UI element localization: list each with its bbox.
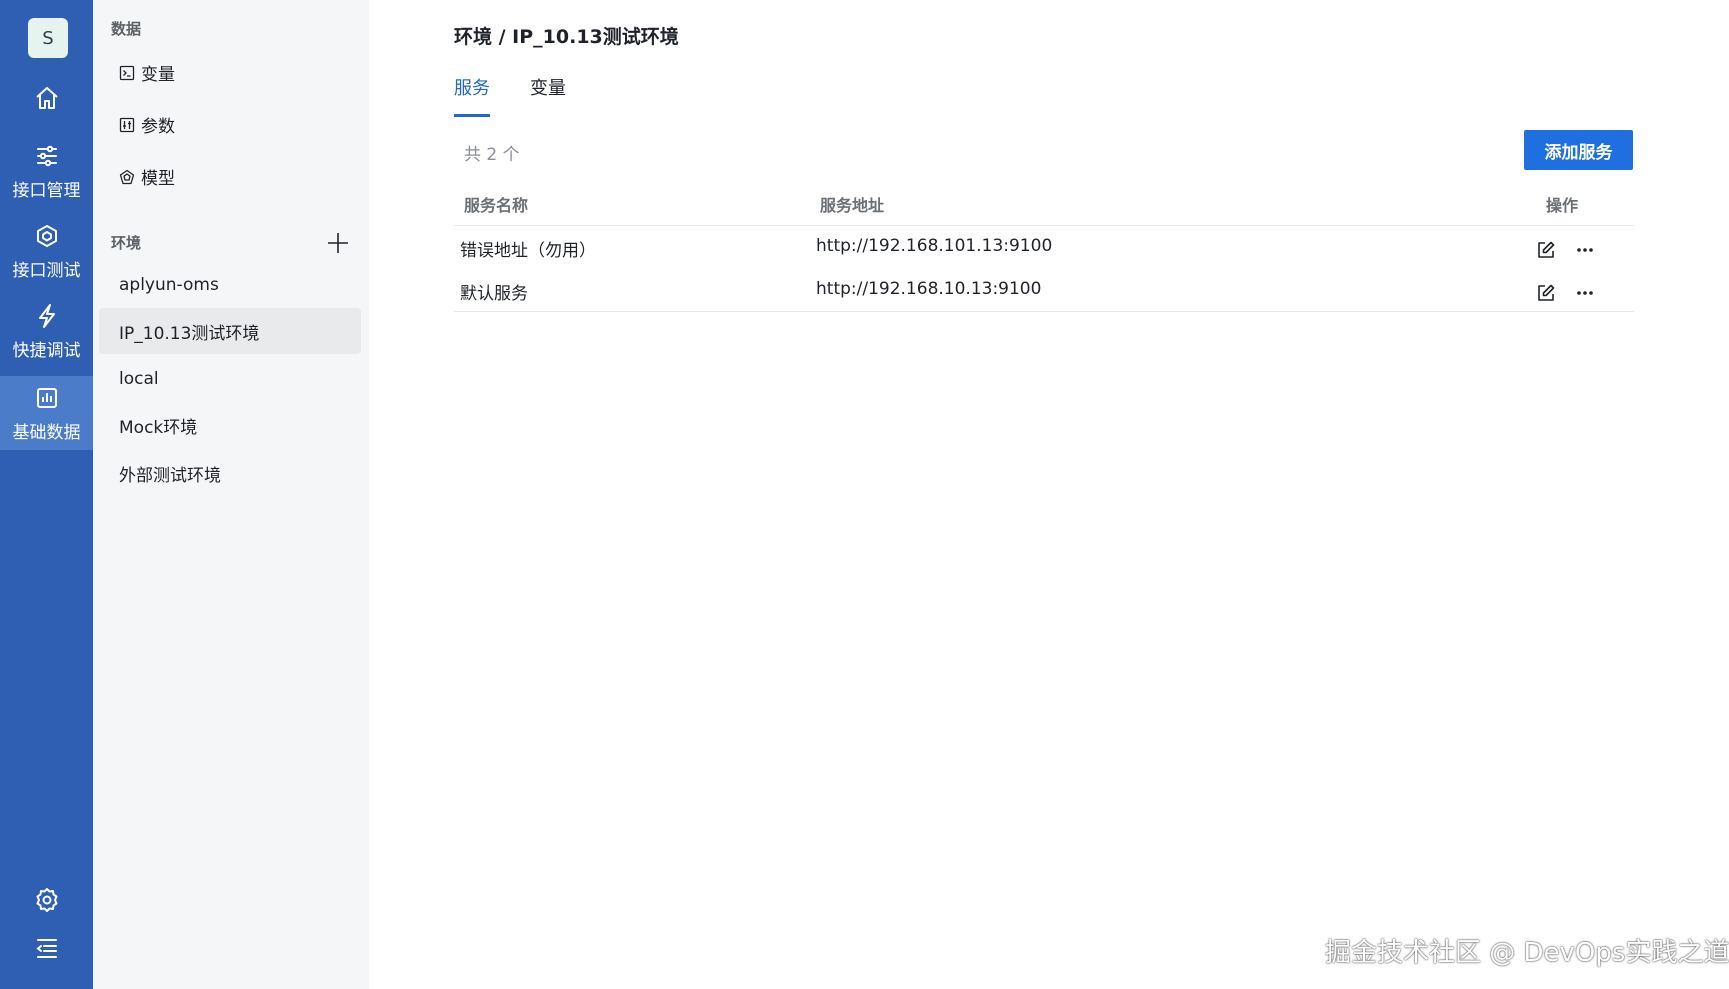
- rail-item-collapse[interactable]: [0, 934, 93, 962]
- rail-item-label: 接口测试: [12, 261, 81, 281]
- rail-item-settings[interactable]: [0, 886, 93, 914]
- terminal-icon: [119, 65, 135, 80]
- edit-icon[interactable]: [1536, 240, 1556, 260]
- tab-variables[interactable]: 变量: [530, 74, 566, 117]
- env-item[interactable]: Mock环境: [99, 402, 361, 448]
- edit-icon[interactable]: [1536, 283, 1556, 303]
- sliders-icon: [36, 145, 57, 167]
- env-item-label: Mock环境: [119, 417, 198, 438]
- menu-item-variables[interactable]: 变量: [119, 60, 175, 85]
- rail-item-basic-data[interactable]: 基础数据: [0, 376, 93, 450]
- tab-services[interactable]: 服务: [454, 74, 490, 117]
- service-name: 错误地址（勿用）: [460, 241, 596, 261]
- model-icon: [119, 169, 135, 184]
- params-icon: [119, 117, 135, 132]
- services-table: 服务名称 服务地址 操作 错误地址（勿用） http://192.168.101…: [454, 180, 1634, 312]
- data-section-title: 数据: [111, 20, 142, 38]
- column-header-actions: 操作: [1546, 196, 1579, 215]
- env-item-selected[interactable]: IP_10.13测试环境: [99, 308, 361, 354]
- main-content: 环境 / IP_10.13测试环境 服务 变量 共 2 个 添加服务 服务名称 …: [369, 0, 1729, 989]
- service-name: 默认服务: [460, 284, 528, 304]
- hexagon-icon: [36, 225, 57, 247]
- env-item[interactable]: aplyun-oms: [99, 262, 361, 308]
- breadcrumb: 环境 / IP_10.13测试环境: [454, 26, 679, 48]
- user-avatar[interactable]: S: [28, 18, 68, 58]
- secondary-panel: 数据 变量 参数 模型 环境 aplyun-oms IP_10.13测试环境 l…: [93, 0, 369, 989]
- main-nav-rail: S 接口管理 接口测试 快捷调试 基础数据: [0, 0, 93, 989]
- menu-item-models[interactable]: 模型: [119, 164, 175, 189]
- rail-item-label: 基础数据: [12, 423, 81, 443]
- menu-item-label: 变量: [141, 65, 175, 85]
- env-item[interactable]: local: [99, 356, 361, 402]
- env-section-title: 环境: [111, 234, 142, 252]
- env-item-label: aplyun-oms: [119, 275, 219, 295]
- menu-item-label: 模型: [141, 169, 175, 189]
- add-service-button[interactable]: 添加服务: [1524, 130, 1633, 170]
- data-chart-icon: [36, 388, 57, 408]
- column-header-name: 服务名称: [464, 196, 529, 215]
- tab-bar: 服务 变量: [454, 74, 606, 117]
- home-icon: [35, 87, 58, 109]
- rail-item-label: 接口管理: [12, 181, 81, 201]
- rail-item-api-management[interactable]: 接口管理: [0, 142, 93, 201]
- service-address: http://192.168.10.13:9100: [816, 279, 1042, 299]
- gear-icon: [36, 888, 57, 912]
- total-count: 共 2 个: [464, 145, 520, 165]
- env-item-label: IP_10.13测试环境: [119, 323, 260, 344]
- env-item-label: local: [119, 369, 159, 389]
- service-address: http://192.168.101.13:9100: [816, 236, 1053, 256]
- table-row[interactable]: 错误地址（勿用） http://192.168.101.13:9100: [454, 226, 1634, 269]
- column-header-address: 服务地址: [820, 196, 885, 215]
- more-options-icon[interactable]: [1574, 283, 1596, 303]
- env-item[interactable]: 外部测试环境: [99, 450, 361, 496]
- collapse-menu-icon: [35, 939, 57, 958]
- rail-item-home[interactable]: [0, 84, 93, 112]
- table-header: 服务名称 服务地址 操作: [454, 180, 1634, 226]
- env-item-label: 外部测试环境: [119, 465, 221, 486]
- menu-item-params[interactable]: 参数: [119, 112, 175, 137]
- rail-item-api-test[interactable]: 接口测试: [0, 222, 93, 281]
- menu-item-label: 参数: [141, 117, 175, 137]
- add-environment-icon[interactable]: [325, 230, 351, 256]
- table-row[interactable]: 默认服务 http://192.168.10.13:9100: [454, 269, 1634, 312]
- rail-item-quick-debug[interactable]: 快捷调试: [0, 302, 93, 361]
- lightning-icon: [38, 304, 55, 328]
- more-options-icon[interactable]: [1574, 240, 1596, 260]
- watermark: 掘金技术社区 @ DevOps实践之道: [1325, 938, 1729, 968]
- rail-item-label: 快捷调试: [12, 341, 81, 361]
